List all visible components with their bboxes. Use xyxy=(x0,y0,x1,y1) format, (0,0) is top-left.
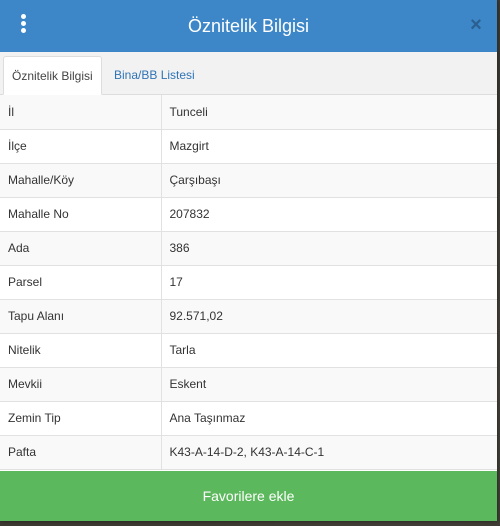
attribute-value: 386 xyxy=(169,241,190,255)
attribute-value: Çarşıbaşı xyxy=(169,173,221,187)
tab-attribute-info[interactable]: Öznitelik Bilgisi xyxy=(3,56,102,95)
dialog-header: Öznitelik Bilgisi × xyxy=(0,0,497,52)
attribute-value: K43-A-14-D-2, K43-A-14-C-1 xyxy=(169,445,325,459)
table-row: Parsel 17 xyxy=(0,265,497,299)
attribute-key: Parsel xyxy=(0,265,162,299)
attribute-key: Nitelik xyxy=(0,333,162,367)
table-row: Ada 386 xyxy=(0,231,497,265)
dialog-title: Öznitelik Bilgisi xyxy=(187,16,310,36)
table-row: İl Tunceli xyxy=(0,95,497,129)
table-row: Mevkii Eskent xyxy=(0,367,497,401)
attribute-value: Mazgirt xyxy=(169,139,209,153)
attribute-value: 92.571,02 xyxy=(169,309,223,323)
attribute-value: Tunceli xyxy=(169,104,208,119)
attribute-value: Ana Taşınmaz xyxy=(169,411,246,425)
table-row: Mahalle/Köy Çarşıbaşı xyxy=(0,163,497,197)
table-row: Tapu Alanı 92.571,02 xyxy=(0,299,497,333)
add-to-favorites-button[interactable]: Favorilere ekle xyxy=(0,471,497,521)
table-row: Nitelik Tarla xyxy=(0,333,497,367)
table-row: Zemin Tip Ana Taşınmaz xyxy=(0,401,497,435)
attribute-value: 207832 xyxy=(169,207,210,221)
table-row: Pafta K43-A-14-D-2, K43-A-14-C-1 xyxy=(0,435,497,469)
attribute-value: 17 xyxy=(169,275,183,289)
tab-bar: Öznitelik Bilgisi Bina/BB Listesi xyxy=(0,52,497,95)
attribute-key: Ada xyxy=(0,231,162,265)
attribute-table: İl Tunceli İlçe Mazgirt Mahalle/Köy Çarşıbaşı… xyxy=(0,95,497,470)
table-row: Mahalle No 207832 xyxy=(0,197,497,231)
attribute-key: Zemin Tip xyxy=(0,401,162,435)
attribute-key: Mevkii xyxy=(0,367,162,401)
attribute-info-dialog: Öznitelik Bilgisi × Öznitelik Bilgisi Bi… xyxy=(0,0,497,521)
attribute-value: Tarla xyxy=(169,343,196,357)
table-row: İlçe Mazgirt xyxy=(0,129,497,163)
attribute-key: Mahalle No xyxy=(0,197,162,231)
attribute-value: Eskent xyxy=(169,377,207,391)
attribute-key: İl xyxy=(0,95,162,129)
tab-building-list[interactable]: Bina/BB Listesi xyxy=(106,56,203,95)
attribute-key: İlçe xyxy=(0,129,162,163)
attribute-key: Tapu Alanı xyxy=(0,299,162,333)
close-icon[interactable]: × xyxy=(467,14,485,36)
attribute-key: Pafta xyxy=(0,435,162,469)
attribute-key: Mahalle/Köy xyxy=(0,163,162,197)
